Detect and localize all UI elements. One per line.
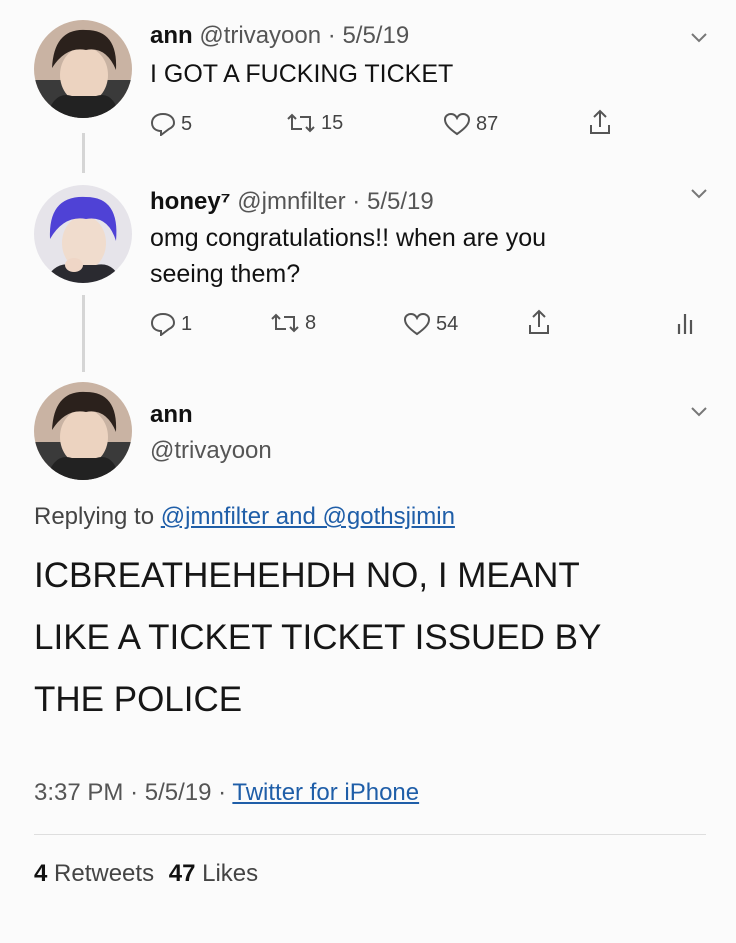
tweet1-retweet-count: 15 <box>321 112 344 134</box>
tweet2-like-action[interactable]: 54 <box>403 312 458 336</box>
retweet-count: 4 <box>34 860 48 887</box>
reply-icon <box>150 312 176 336</box>
reply-icon <box>150 112 176 136</box>
tweet2-text-line1: omg congratulations!! when are you <box>150 224 547 252</box>
like-label: Likes <box>202 860 259 887</box>
tweet-timestamp: 3:37 PM · 5/5/19 · Twitter for iPhone <box>34 776 419 810</box>
like-count: 47 <box>168 860 196 887</box>
tweet2-share-action[interactable] <box>527 308 551 336</box>
tweet1-retweet-action[interactable]: 15 <box>286 112 343 134</box>
avatar-honey[interactable] <box>34 185 132 283</box>
tweet2-reply-count: 1 <box>181 313 193 335</box>
avatar-photo <box>34 185 132 283</box>
tweet1-text: I GOT A FUCKING TICKET <box>150 60 454 88</box>
tweet1-like-action[interactable]: 87 <box>443 112 498 136</box>
thread-line <box>82 295 85 372</box>
main-tweet-text-line3: THE POLICE <box>34 680 243 719</box>
tweet-date[interactable]: 5/5/19 <box>145 779 212 806</box>
replying-to-link[interactable]: @jmnfilter and @gothsjimin <box>161 503 455 530</box>
main-tweet-text-line2: LIKE A TICKET TICKET ISSUED BY <box>34 618 602 657</box>
tweet1-header: ann @trivayoon · 5/5/19 <box>150 22 409 50</box>
tweet-source-link[interactable]: Twitter for iPhone <box>232 779 419 806</box>
chevron-down-icon[interactable] <box>690 188 708 200</box>
main-tweet-text-line1: ICBREATHEHEHDH NO, I MEANT <box>34 556 580 595</box>
tweet-time-sep: · <box>130 779 139 806</box>
avatar-ann[interactable] <box>34 20 132 118</box>
tweet-source-sep: · <box>218 779 227 806</box>
divider <box>34 834 706 835</box>
main-tweet-handle[interactable]: @trivayoon <box>150 437 272 464</box>
avatar-photo <box>34 20 132 118</box>
avatar-photo <box>34 382 132 480</box>
tweet2-analytics-action[interactable] <box>676 312 698 336</box>
tweet2-header: honey⁷ @jmnfilter · 5/5/19 <box>150 188 434 216</box>
tweet1-sep: · <box>327 22 336 49</box>
avatar-ann[interactable] <box>34 382 132 480</box>
main-tweet-name-block: ann <box>150 401 193 429</box>
chevron-down-icon[interactable] <box>690 32 708 44</box>
tweet2-text-line2: seeing them? <box>150 260 301 288</box>
tweet-time[interactable]: 3:37 PM <box>34 779 123 806</box>
like-icon <box>443 112 471 136</box>
tweet1-name[interactable]: ann <box>150 22 193 49</box>
tweet2-retweet-action[interactable]: 8 <box>270 312 316 334</box>
engagement-stats: 4 Retweets 47 Likes <box>34 857 258 891</box>
tweet1-reply-action[interactable]: 5 <box>150 112 192 136</box>
tweet2-handle[interactable]: @jmnfilter <box>237 188 345 215</box>
chevron-down-icon[interactable] <box>690 406 708 418</box>
replying-to-prefix: Replying to <box>34 503 155 530</box>
main-tweet-handle-block: @trivayoon <box>150 437 272 465</box>
tweet1-handle[interactable]: @trivayoon <box>199 22 321 49</box>
tweet2-sep: · <box>352 188 361 215</box>
tweet1-reply-count: 5 <box>181 113 193 135</box>
retweet-icon <box>271 313 299 333</box>
tweet2-retweet-count: 8 <box>305 312 317 334</box>
thread-line <box>82 133 85 173</box>
tweet2-like-count: 54 <box>436 313 459 335</box>
tweet2-date[interactable]: 5/5/19 <box>367 188 434 215</box>
retweets-stat[interactable]: 4 Retweets <box>34 860 161 887</box>
likes-stat[interactable]: 47 Likes <box>169 860 258 887</box>
share-icon <box>529 309 549 334</box>
replying-to: Replying to @jmnfilter and @gothsjimin <box>34 500 455 534</box>
tweet2-name[interactable]: honey⁷ <box>150 188 231 215</box>
analytics-icon <box>677 314 693 334</box>
share-icon <box>590 109 610 134</box>
tweet1-like-count: 87 <box>476 113 499 135</box>
retweet-icon <box>287 113 315 133</box>
main-tweet-name[interactable]: ann <box>150 401 193 428</box>
tweet1-share-action[interactable] <box>588 108 612 136</box>
tweet2-reply-action[interactable]: 1 <box>150 312 192 336</box>
tweet1-date[interactable]: 5/5/19 <box>342 22 409 49</box>
retweet-label: Retweets <box>54 860 155 887</box>
like-icon <box>403 312 431 336</box>
